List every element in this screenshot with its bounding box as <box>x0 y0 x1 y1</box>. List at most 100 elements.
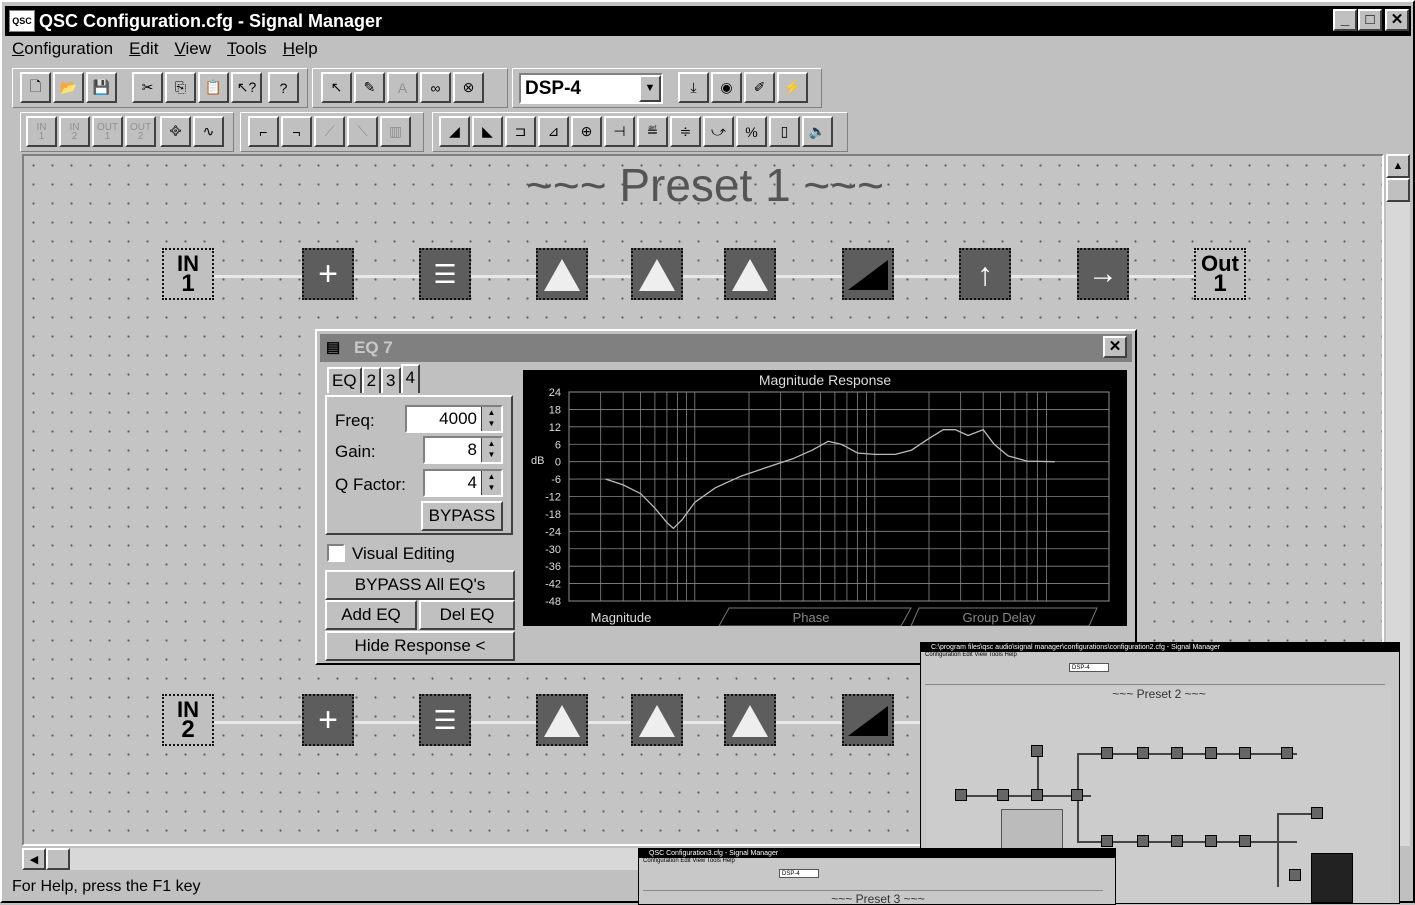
input-1-number: 1 <box>181 270 195 297</box>
gain-spinner-icon[interactable]: ▲ ▼ <box>481 438 501 462</box>
ramp-icon[interactable]: ◣ <box>472 116 503 147</box>
paste-icon[interactable]: 📋 <box>198 72 229 103</box>
lowpass-icon[interactable]: ¬ <box>281 116 312 147</box>
limiter-icon[interactable]: ⊿ <box>538 116 569 147</box>
gain-icon[interactable]: ◢ <box>439 116 470 147</box>
expander-icon[interactable]: ≑ <box>670 116 701 147</box>
disconnect-icon[interactable]: ⊗ <box>453 72 484 103</box>
horizontal-scrollbar[interactable]: ◀ <box>22 848 642 870</box>
in1-tool-button[interactable]: IN 1 <box>26 116 57 147</box>
preset3-window-thumbnail[interactable]: QSC Configuration3.cfg - Signal Manager … <box>638 848 1116 905</box>
monitor-icon[interactable]: ◉ <box>711 72 742 103</box>
eq-block-4[interactable] <box>536 694 588 746</box>
limiter-block[interactable]: ↑ <box>959 248 1011 300</box>
minimize-button[interactable]: _ <box>1333 9 1357 31</box>
copy-icon[interactable]: ⎘ <box>165 72 196 103</box>
eq-block-1[interactable] <box>536 248 588 300</box>
filter-bank-block-2[interactable]: ☰ <box>419 694 471 746</box>
hscroll-thumb[interactable] <box>46 848 70 870</box>
scroll-left-icon[interactable]: ◀ <box>22 848 46 870</box>
dsp-download-icon[interactable]: ⤓ <box>678 72 709 103</box>
menu-help[interactable]: Help <box>283 39 318 63</box>
tab-eq[interactable]: EQ <box>327 367 362 393</box>
eq-icon <box>639 259 675 291</box>
unprobe-icon[interactable]: ⚡ <box>777 72 808 103</box>
visual-editing-checkbox[interactable] <box>327 544 345 562</box>
delay-block[interactable]: → <box>1077 248 1129 300</box>
new-icon[interactable]: 🗋 <box>20 72 51 103</box>
menu-edit[interactable]: Edit <box>129 39 158 63</box>
lowshelf-icon[interactable]: ⟋ <box>314 116 345 147</box>
maximize-button[interactable]: □ <box>1358 9 1382 31</box>
out1-tool-button[interactable]: OUT 1 <box>92 116 123 147</box>
preset2-block <box>1171 835 1183 847</box>
preset2-block <box>1101 747 1113 759</box>
tab-4[interactable]: 4 <box>400 364 420 393</box>
in2-tool-button[interactable]: IN 2 <box>59 116 90 147</box>
highshelf-icon[interactable]: ⟍ <box>347 116 378 147</box>
freq-field[interactable]: 4000 ▲ ▼ <box>405 405 503 433</box>
eq-block-2[interactable] <box>631 248 683 300</box>
percent-icon[interactable]: % <box>736 116 767 147</box>
gain-block[interactable] <box>842 248 894 300</box>
context-help-icon[interactable]: ↖? <box>231 72 262 103</box>
mixer-block[interactable]: + <box>302 248 354 300</box>
freq-spinner-icon[interactable]: ▲ ▼ <box>481 407 501 431</box>
noise-icon[interactable]: ᪣ <box>160 116 191 147</box>
device-select[interactable]: DSP-4 ▼ <box>519 73 663 104</box>
open-icon[interactable]: 📂 <box>53 72 84 103</box>
hide-response-button[interactable]: Hide Response < <box>325 631 515 661</box>
pencil-icon[interactable]: ✎ <box>354 72 385 103</box>
probe-icon[interactable]: ✐ <box>744 72 775 103</box>
tab-2[interactable]: 2 <box>361 367 382 393</box>
tab-3[interactable]: 3 <box>381 367 401 393</box>
sine-icon[interactable]: ∿ <box>193 116 224 147</box>
gain-ramp-icon <box>848 706 888 736</box>
close-button[interactable]: ✕ <box>1385 9 1409 31</box>
signal-wire-1[interactable] <box>214 275 1214 278</box>
add-eq-button[interactable]: Add EQ <box>325 600 417 630</box>
compressor-icon[interactable]: ⤻ <box>703 116 734 147</box>
bypass-all-button[interactable]: BYPASS All EQ's <box>325 570 515 600</box>
pointer-icon[interactable]: ↖ <box>321 72 352 103</box>
menu-tools[interactable]: Tools <box>227 39 267 63</box>
save-icon[interactable]: 💾 <box>86 72 117 103</box>
eq-close-button[interactable]: ✕ <box>1103 336 1127 358</box>
split-icon[interactable]: ≝ <box>637 116 668 147</box>
eq-block-6[interactable] <box>724 694 776 746</box>
scroll-up-icon[interactable]: ▲ <box>1386 154 1410 178</box>
filter-bank-block[interactable]: ☰ <box>419 248 471 300</box>
out2-tool-button[interactable]: OUT 2 <box>125 116 156 147</box>
eq-block-5[interactable] <box>631 694 683 746</box>
output-1-block[interactable]: Out 1 <box>1194 248 1246 300</box>
y-tick-label: -36 <box>545 561 561 573</box>
preset2-block <box>1311 807 1323 819</box>
meter-icon[interactable]: ▯ <box>769 116 800 147</box>
y-tick-label: -30 <box>545 544 561 556</box>
q-spinner-icon[interactable]: ▲ ▼ <box>481 471 501 495</box>
chevron-down-icon[interactable]: ▼ <box>639 75 661 102</box>
menu-view[interactable]: View <box>174 39 211 63</box>
q-factor-field[interactable]: 4 ▲ ▼ <box>423 469 503 497</box>
highpass-icon[interactable]: ⌐ <box>248 116 279 147</box>
bypass-button[interactable]: BYPASS <box>421 501 503 531</box>
router-icon[interactable]: ⊕ <box>571 116 602 147</box>
scroll-thumb[interactable] <box>1386 178 1410 202</box>
eq-block-3[interactable] <box>724 248 776 300</box>
gain-block-2[interactable] <box>842 694 894 746</box>
help-icon[interactable]: ? <box>268 72 299 103</box>
bandpass-icon[interactable]: ▥ <box>380 116 411 147</box>
merge-icon[interactable]: ⊣ <box>604 116 635 147</box>
speaker-icon[interactable]: 🔈 <box>802 116 833 147</box>
text-icon[interactable]: A <box>387 72 418 103</box>
input-2-block[interactable]: IN 2 <box>162 694 214 746</box>
preset2-toolbars: DSP-4 <box>925 663 1385 685</box>
mixer-block-2[interactable]: + <box>302 694 354 746</box>
menu-configuration[interactable]: Configuration <box>12 39 113 63</box>
del-eq-button[interactable]: Del EQ <box>419 600 515 630</box>
gain-field[interactable]: 8 ▲ ▼ <box>423 436 503 464</box>
cut-icon[interactable]: ✂ <box>132 72 163 103</box>
link-icon[interactable]: ∞ <box>420 72 451 103</box>
input-1-block[interactable]: IN 1 <box>162 248 214 300</box>
delay-icon[interactable]: ⊐ <box>505 116 536 147</box>
